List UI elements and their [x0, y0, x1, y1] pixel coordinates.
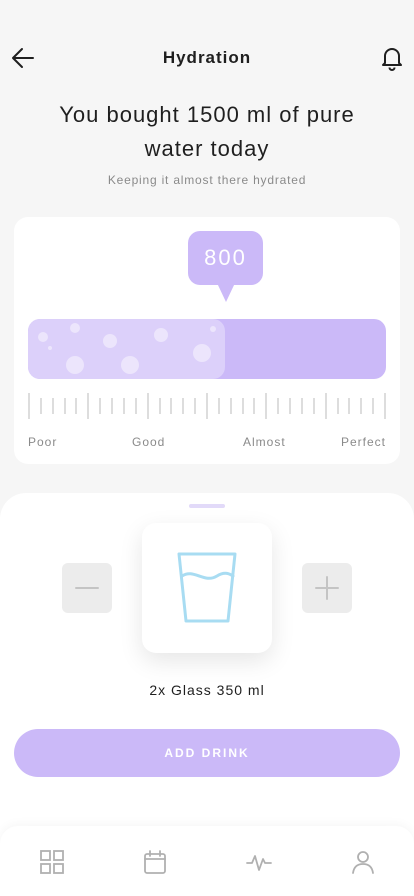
notifications-button[interactable]	[380, 45, 404, 71]
scale-tick	[75, 398, 77, 414]
bubble-dot	[121, 356, 139, 374]
bubble-dot	[66, 356, 84, 374]
selected-drink-label: 2x Glass 350 ml	[149, 682, 265, 698]
calendar-icon	[144, 850, 166, 874]
scale-labels: Poor Good Almost Perfect	[28, 435, 386, 451]
daily-intake-headline: You bought 1500 ml of pure water today	[59, 102, 355, 161]
scale-tick	[265, 393, 267, 419]
scale-tick	[277, 398, 279, 414]
scale-tick	[242, 398, 244, 414]
current-value-bubble: 800	[188, 231, 263, 285]
scale-tick	[206, 393, 208, 419]
scale-tick	[123, 398, 125, 414]
scale-tick	[99, 398, 101, 414]
increase-button[interactable]	[302, 563, 352, 613]
tab-dashboard[interactable]	[38, 848, 66, 876]
hydration-meter-card: 800 Poor Good Almost Perfect	[14, 217, 400, 464]
scale-tick	[64, 398, 66, 414]
scale-tick	[348, 398, 350, 414]
scale-tick	[182, 398, 184, 414]
dashboard-grid-icon	[40, 850, 64, 874]
scale-label-good: Good	[132, 435, 166, 449]
minus-icon	[75, 587, 99, 589]
tab-activity[interactable]	[245, 848, 273, 876]
scale-tick	[52, 398, 54, 414]
tab-profile[interactable]	[349, 848, 377, 876]
scale-tick	[230, 398, 232, 414]
scale-tick	[372, 398, 374, 414]
hydration-bar[interactable]	[28, 319, 386, 379]
hydration-status-subline: Keeping it almost there hydrated	[107, 173, 307, 187]
scale-tick	[87, 393, 89, 419]
scale-tick	[360, 398, 362, 414]
bubble-pointer	[217, 283, 235, 302]
activity-pulse-icon	[246, 855, 272, 871]
scale-tick	[313, 398, 315, 414]
page-title: Hydration	[162, 48, 252, 67]
bubble-dot	[154, 328, 168, 342]
profile-icon	[352, 851, 374, 874]
scale-tick	[159, 398, 161, 414]
bubble-dot	[48, 346, 52, 350]
add-drink-button[interactable]: ADD DRINK	[14, 729, 400, 777]
bubble-dot	[103, 334, 117, 348]
bubble-dot	[38, 332, 48, 342]
header: Hydration	[0, 0, 414, 110]
scale-tick	[28, 393, 30, 419]
scale-tick	[301, 398, 303, 414]
bottom-tab-bar	[0, 826, 414, 896]
scale-tick	[384, 393, 386, 419]
scale-tick	[40, 398, 42, 414]
scale-label-almost: Almost	[243, 435, 286, 449]
scale-tick	[147, 393, 149, 419]
scale-tick	[325, 393, 327, 419]
bubble-dot	[70, 323, 80, 333]
tab-calendar[interactable]	[141, 848, 169, 876]
sheet-drag-handle[interactable]	[189, 504, 225, 508]
hydration-bar-fill	[28, 319, 225, 379]
decrease-button[interactable]	[62, 563, 112, 613]
drink-type-card[interactable]	[142, 523, 272, 653]
scale-tick	[289, 398, 291, 414]
scale-tick	[337, 398, 339, 414]
bubble-dot	[210, 326, 216, 332]
scale-label-poor: Poor	[28, 435, 58, 449]
bubble-dot	[193, 344, 211, 362]
plus-icon	[315, 576, 339, 600]
water-glass-icon	[177, 552, 237, 623]
bell-icon	[382, 48, 402, 71]
scale-tick	[253, 398, 255, 414]
scale-tick	[194, 398, 196, 414]
scale-tick	[111, 398, 113, 414]
scale-tick	[170, 398, 172, 414]
scale-ticks	[28, 393, 386, 419]
scale-tick	[218, 398, 220, 414]
scale-label-perfect: Perfect	[340, 435, 386, 449]
scale-tick	[135, 398, 137, 414]
